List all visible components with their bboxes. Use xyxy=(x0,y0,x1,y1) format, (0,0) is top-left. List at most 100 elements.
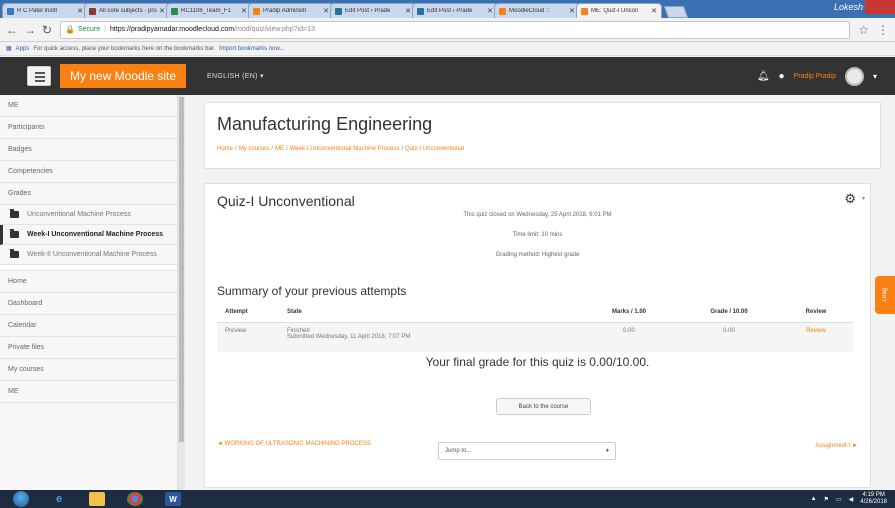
tab-title: Edit Post ‹ Prade xyxy=(427,8,473,14)
gear-icon[interactable]: ⚙ xyxy=(844,191,856,207)
sidebar-item[interactable]: My courses xyxy=(0,359,177,381)
sidebar-item[interactable]: Competencies xyxy=(0,161,177,183)
quiz-closed-text: This quiz closed on Wednesday, 25 April … xyxy=(463,212,612,218)
clock[interactable]: 4:19 PM 4/26/2018 xyxy=(860,492,887,506)
sidebar-item[interactable]: Home xyxy=(0,271,177,293)
sidebar-item[interactable]: ME xyxy=(0,95,177,117)
jump-to-value: Jump to... xyxy=(445,448,472,454)
network-icon[interactable]: ▭ xyxy=(836,496,842,503)
chevron-down-icon[interactable]: ▾ xyxy=(873,72,877,81)
breadcrumb-link[interactable]: ME xyxy=(275,146,284,152)
apps-link[interactable]: Apps xyxy=(16,46,30,52)
back-arrow-icon[interactable]: ← xyxy=(6,23,18,37)
tab-favicon-icon xyxy=(335,7,342,15)
sidebar-item[interactable]: Calendar xyxy=(0,315,177,337)
notification-bell-icon[interactable]: 🔔︎ xyxy=(757,71,770,82)
column-header-grade: Grade / 10.00 xyxy=(679,302,779,323)
page-title: Manufacturing Engineering xyxy=(217,114,433,134)
attempts-table: Attempt State Marks / 1.00 Grade / 10.00… xyxy=(217,302,853,352)
tab-title: Pradip Administr xyxy=(263,8,307,14)
sidebar-section-item[interactable]: Week-I Unconventional Machine Process xyxy=(0,225,177,245)
window-close-button[interactable] xyxy=(865,0,895,14)
state-cell: Finished Submitted Wednesday, 11 April 2… xyxy=(279,322,579,352)
browser-menu-icon[interactable]: ⋮ xyxy=(877,23,889,37)
bookmarks-hint: For quick access, place your bookmarks h… xyxy=(33,45,216,52)
jump-to-select[interactable]: Jump to... ♦ xyxy=(438,442,616,460)
breadcrumb-current[interactable]: Quiz-I Unconventional xyxy=(405,146,464,152)
grading-method-text: Grading method: Highest grade xyxy=(495,252,580,258)
close-icon[interactable]: ✕ xyxy=(487,7,493,15)
breadcrumb-link[interactable]: My courses xyxy=(239,146,270,152)
sidebar-item[interactable]: Dashboard xyxy=(0,293,177,315)
sidebar-scrollbar[interactable] xyxy=(178,95,185,490)
chrome-icon[interactable] xyxy=(127,492,143,506)
column-header-attempt: Attempt xyxy=(217,302,279,323)
browser-tab[interactable]: Edit Post ‹ Prade ✕ xyxy=(412,3,498,18)
tab-title: RC1108_Team_F1 xyxy=(181,8,231,14)
reload-icon[interactable]: ↻ xyxy=(42,23,52,37)
address-bar: ← → ↻ 🔒 Secure | https://pradipyamadar.m… xyxy=(0,18,895,42)
close-icon[interactable]: ✕ xyxy=(651,7,657,15)
close-icon[interactable]: ✕ xyxy=(77,7,83,15)
browser-tab[interactable]: RC1108_Team_F1 ✕ xyxy=(166,3,252,18)
browser-profile-label[interactable]: Lokesh xyxy=(834,2,863,12)
avatar[interactable] xyxy=(844,66,864,86)
chevron-down-icon[interactable]: ▾ xyxy=(862,195,865,202)
sidebar-section-item[interactable]: Unconventional Machine Process xyxy=(0,205,177,225)
drawer-toggle-button[interactable] xyxy=(27,66,51,86)
review-cell: Review xyxy=(779,322,853,352)
close-icon[interactable]: ✕ xyxy=(569,7,575,15)
volume-icon[interactable]: ◀ xyxy=(849,496,854,503)
sidebar-item[interactable]: Private files xyxy=(0,337,177,359)
close-icon[interactable]: ✕ xyxy=(241,7,247,15)
browser-tab[interactable]: MoodleCloud :: ✕ xyxy=(494,3,580,18)
sidebar-section-item[interactable]: Week-II Unconventional Machine Process xyxy=(0,245,177,265)
breadcrumb-link[interactable]: Week-I Unconventional Machine Process xyxy=(290,146,400,152)
browser-tab[interactable]: Edit Post ‹ Prade ✕ xyxy=(330,3,416,18)
flag-icon[interactable]: ⚑ xyxy=(824,496,829,503)
import-bookmarks-link[interactable]: Import bookmarks now... xyxy=(219,46,284,52)
sidebar-item[interactable]: Participants xyxy=(0,117,177,139)
sidebar-item-label: Week-II Unconventional Machine Process xyxy=(27,251,157,258)
word-icon[interactable]: W xyxy=(165,492,181,506)
breadcrumb: Home / My courses / ME / Week-I Unconventional… xyxy=(217,146,464,152)
bookmark-star-icon[interactable]: ☆ xyxy=(858,23,869,37)
block-drawer-tab[interactable]: Drag xyxy=(875,276,895,314)
review-link[interactable]: Review xyxy=(806,328,826,334)
tray-arrow-icon[interactable]: ▲ xyxy=(811,496,817,502)
breadcrumb-separator: / xyxy=(401,146,403,152)
previous-activity-link[interactable]: ◄ WORKING OF ULTRASONIC MACHINING PROCES… xyxy=(217,440,377,449)
close-icon[interactable]: ✕ xyxy=(323,7,329,15)
breadcrumb-link[interactable]: Home xyxy=(217,146,233,152)
start-button[interactable] xyxy=(13,491,29,507)
breadcrumb-separator: / xyxy=(271,146,274,152)
sidebar-item[interactable]: Grades xyxy=(0,183,177,205)
tab-favicon-icon xyxy=(581,7,588,15)
sidebar-item[interactable]: Badges xyxy=(0,139,177,161)
quiz-title: Quiz-I Unconventional xyxy=(217,193,355,209)
folder-icon xyxy=(10,249,19,258)
browser-tab[interactable]: ME: Quiz-I Uncon ✕ xyxy=(576,3,662,18)
scrollbar-thumb[interactable] xyxy=(179,97,184,442)
close-icon[interactable]: ✕ xyxy=(159,7,165,15)
forward-arrow-icon[interactable]: → xyxy=(24,23,36,37)
sidebar-item-label: Week-I Unconventional Machine Process xyxy=(27,231,164,238)
next-activity-link[interactable]: Assignment-I ► xyxy=(815,443,858,449)
browser-tab[interactable]: R C Patel Instit ✕ xyxy=(2,3,88,18)
url-host: https://pradipyamadar.moodlecloud.com xyxy=(109,26,235,33)
browser-tab[interactable]: All core subjects - pro ✕ xyxy=(84,3,170,18)
file-explorer-icon[interactable] xyxy=(89,492,105,506)
user-name[interactable]: Pradip Pradip xyxy=(794,73,836,80)
back-to-course-button[interactable]: Back to the course xyxy=(496,398,591,415)
messages-icon[interactable]: ● xyxy=(779,71,785,82)
language-menu[interactable]: ENGLISH (EN) ▾ xyxy=(207,72,264,80)
internet-explorer-icon[interactable]: e xyxy=(51,492,67,506)
sidebar-item[interactable]: ME xyxy=(0,381,177,403)
close-icon[interactable]: ✕ xyxy=(405,7,411,15)
browser-tab[interactable]: Pradip Administr ✕ xyxy=(248,3,334,18)
new-tab-button[interactable] xyxy=(663,6,689,18)
folder-icon xyxy=(10,229,19,238)
url-input[interactable]: 🔒 Secure | https://pradipyamadar.moodlec… xyxy=(60,20,851,39)
site-name-link[interactable]: My new Moodle site xyxy=(60,64,187,88)
quiz-content: Quiz-I Unconventional ⚙ ▾ This quiz clos… xyxy=(204,183,871,488)
